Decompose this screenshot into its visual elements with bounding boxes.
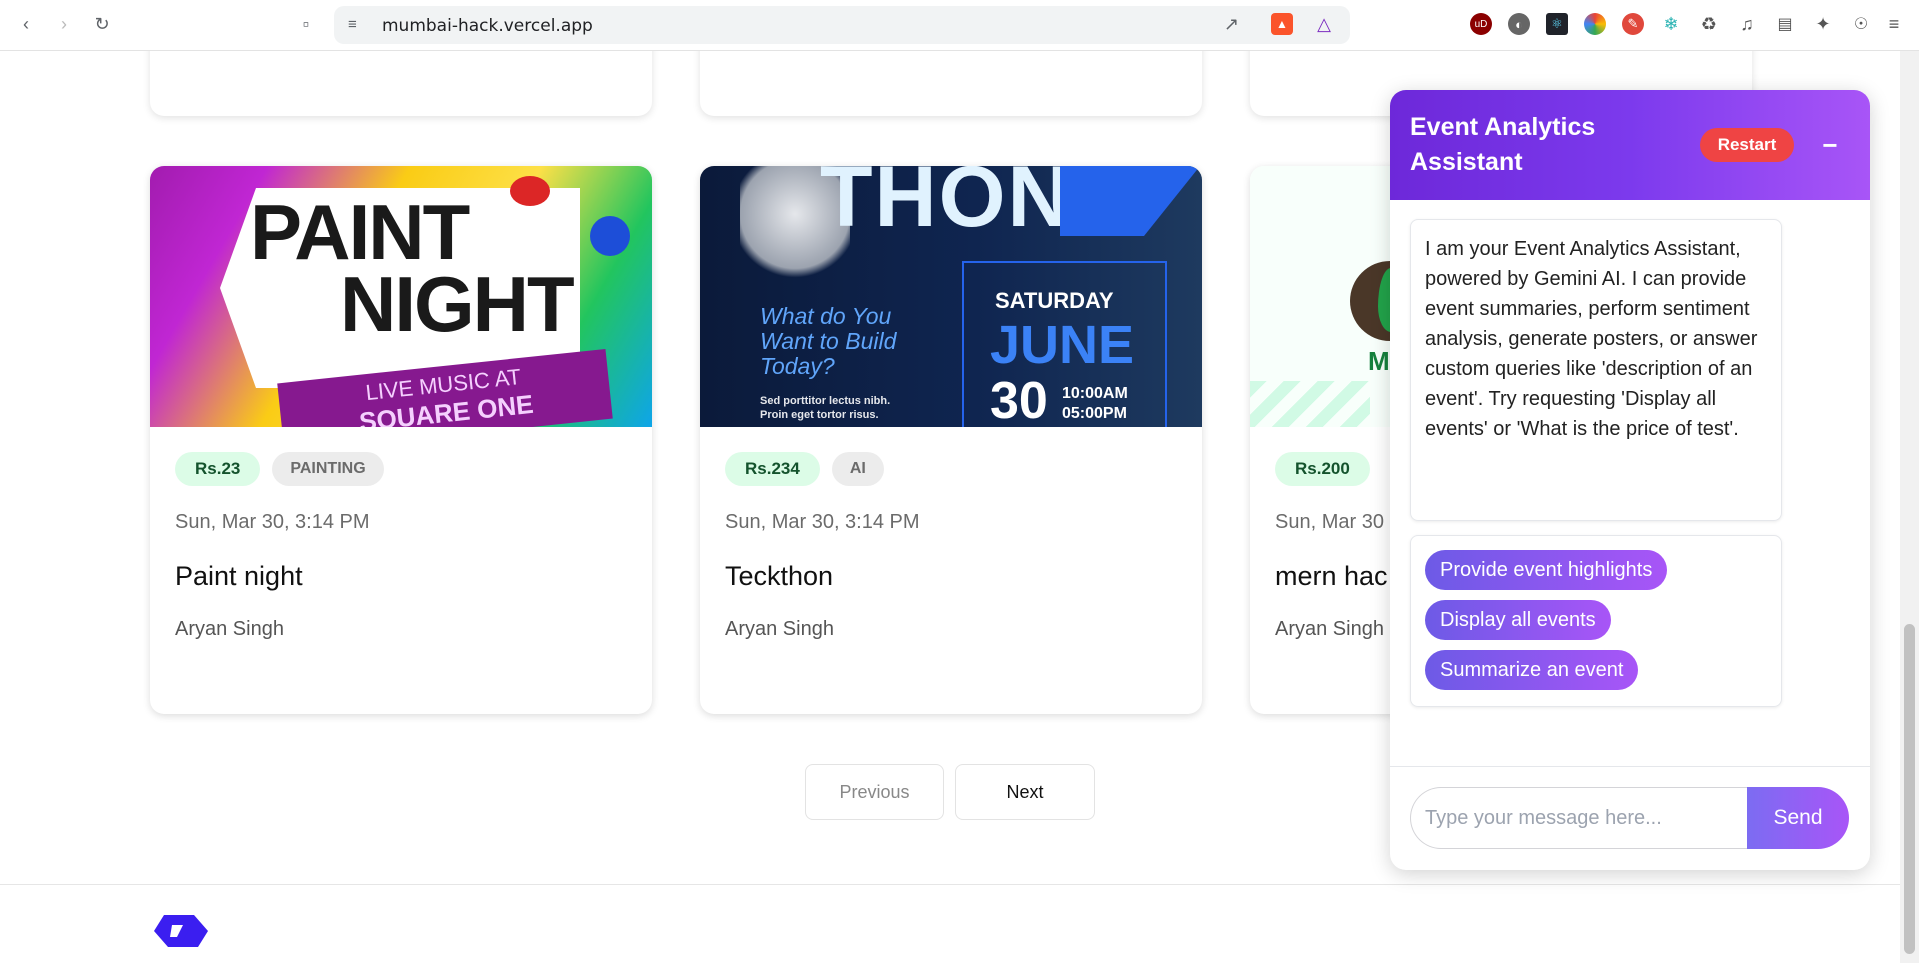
next-button[interactable]: Next [955, 764, 1095, 820]
poster-month: JUNE [990, 315, 1135, 375]
price-badge: Rs.234 [725, 452, 820, 486]
suggestion-chip[interactable]: Summarize an event [1425, 650, 1639, 690]
send-button[interactable]: Send [1747, 787, 1849, 849]
poster-stripes [1250, 381, 1370, 427]
event-date: Sun, Mar 30, 3:14 PM [725, 511, 920, 533]
color-picker-icon[interactable] [1584, 13, 1606, 35]
event-poster-image: THON What do You Want to Build Today? Se… [700, 166, 1202, 427]
ublock-icon[interactable]: uD [1470, 13, 1492, 35]
back-icon[interactable]: ‹ [14, 12, 38, 36]
paint-splash [590, 216, 630, 256]
poster-letter: M [1368, 346, 1390, 376]
event-card-partial[interactable] [150, 51, 652, 116]
poster-chevron [1060, 166, 1200, 236]
assistant-message: I am your Event Analytics Assistant, pow… [1410, 219, 1782, 521]
footer-divider [0, 884, 1900, 885]
event-card[interactable]: PAINT NIGHT LIVE MUSIC AT SQUARE ONE Rs.… [150, 166, 652, 714]
chat-title: Event Analytics Assistant [1410, 113, 1596, 176]
chat-header: Event Analytics Assistant Restart − [1390, 90, 1870, 200]
poster-time: 10:00AM 05:00PM [1062, 385, 1128, 422]
forward-icon[interactable]: › [52, 12, 76, 36]
logo-icon [154, 915, 208, 947]
chat-message-input[interactable] [1410, 787, 1748, 849]
chat-messages: I am your Event Analytics Assistant, pow… [1390, 200, 1870, 770]
poster-title: THON [820, 166, 1072, 245]
event-card[interactable]: THON What do You Want to Build Today? Se… [700, 166, 1202, 714]
category-badge: AI [831, 452, 884, 486]
category-badge: PAINTING [272, 452, 384, 486]
react-devtools-icon[interactable]: ⚛ [1546, 13, 1568, 35]
price-badge: Rs.23 [175, 452, 261, 486]
share-icon[interactable]: ↗ [1224, 14, 1239, 35]
extension-s-icon[interactable]: ◐ [1508, 13, 1530, 35]
poster-tagline: What do You Want to Build Today? [760, 303, 897, 379]
poster-title: PAINT NIGHT [250, 188, 575, 348]
page-scrollbar[interactable] [1900, 51, 1919, 963]
leo-ai-icon[interactable]: ✦ [1812, 13, 1834, 35]
event-organizer: Aryan Singh [725, 618, 834, 640]
media-icon[interactable]: ♫ [1736, 13, 1758, 35]
site-logo[interactable] [150, 911, 212, 956]
suggestion-chip[interactable]: Provide event highlights [1425, 550, 1668, 590]
brave-shields-icon[interactable]: ▲ [1271, 13, 1293, 35]
url-text: mumbai-hack.vercel.app [382, 16, 593, 36]
event-organizer: Aryan Singh [175, 618, 284, 640]
chat-divider [1390, 766, 1870, 767]
address-bar[interactable]: ≡ mumbai-hack.vercel.app ↗ [334, 6, 1350, 44]
brave-rewards-icon[interactable]: △ [1313, 13, 1335, 35]
site-settings-icon[interactable]: ≡ [348, 16, 357, 33]
menu-icon[interactable]: ≡ [1883, 13, 1905, 35]
event-title[interactable]: mern hac [1275, 561, 1388, 592]
event-date: Sun, Mar 30 [1275, 511, 1384, 533]
poster-day: SATURDAY [995, 288, 1114, 313]
event-organizer: Aryan Singh [1275, 618, 1384, 640]
extensions-puzzle-icon[interactable]: ♻ [1698, 13, 1720, 35]
event-card-partial[interactable] [700, 51, 1202, 116]
suggestion-chip[interactable]: Display all events [1425, 600, 1611, 640]
pen-extension-icon[interactable]: ✎ [1622, 13, 1644, 35]
event-title[interactable]: Paint night [175, 561, 303, 592]
bookmark-icon[interactable]: ▫ [294, 12, 318, 36]
poster-date-number: 30 [990, 372, 1048, 427]
suggestions-box: Provide event highlights Display all eve… [1410, 535, 1782, 707]
reload-icon[interactable]: ↻ [90, 12, 114, 36]
scrollbar-thumb[interactable] [1904, 624, 1915, 954]
events-page: PAINT NIGHT LIVE MUSIC AT SQUARE ONE Rs.… [0, 51, 1900, 963]
vpn-shield-icon[interactable]: ☉ [1850, 13, 1872, 35]
previous-button[interactable]: Previous [805, 764, 944, 820]
event-title[interactable]: Teckthon [725, 561, 833, 592]
chat-assistant-panel: Event Analytics Assistant Restart − I am… [1390, 90, 1870, 870]
event-poster-image: PAINT NIGHT LIVE MUSIC AT SQUARE ONE [150, 166, 652, 427]
browser-toolbar: ‹ › ↻ ▫ ≡ mumbai-hack.vercel.app ↗ ▲ △ u… [0, 0, 1919, 51]
event-date: Sun, Mar 30, 3:14 PM [175, 511, 370, 533]
minimize-icon[interactable]: − [1815, 128, 1845, 162]
network-extension-icon[interactable]: ❄ [1660, 13, 1682, 35]
restart-button[interactable]: Restart [1700, 128, 1794, 162]
wallet-icon[interactable]: ▤ [1774, 13, 1796, 35]
price-badge: Rs.200 [1275, 452, 1370, 486]
poster-subtext: Sed porttitor lectus nibh. Proin eget to… [760, 395, 891, 421]
